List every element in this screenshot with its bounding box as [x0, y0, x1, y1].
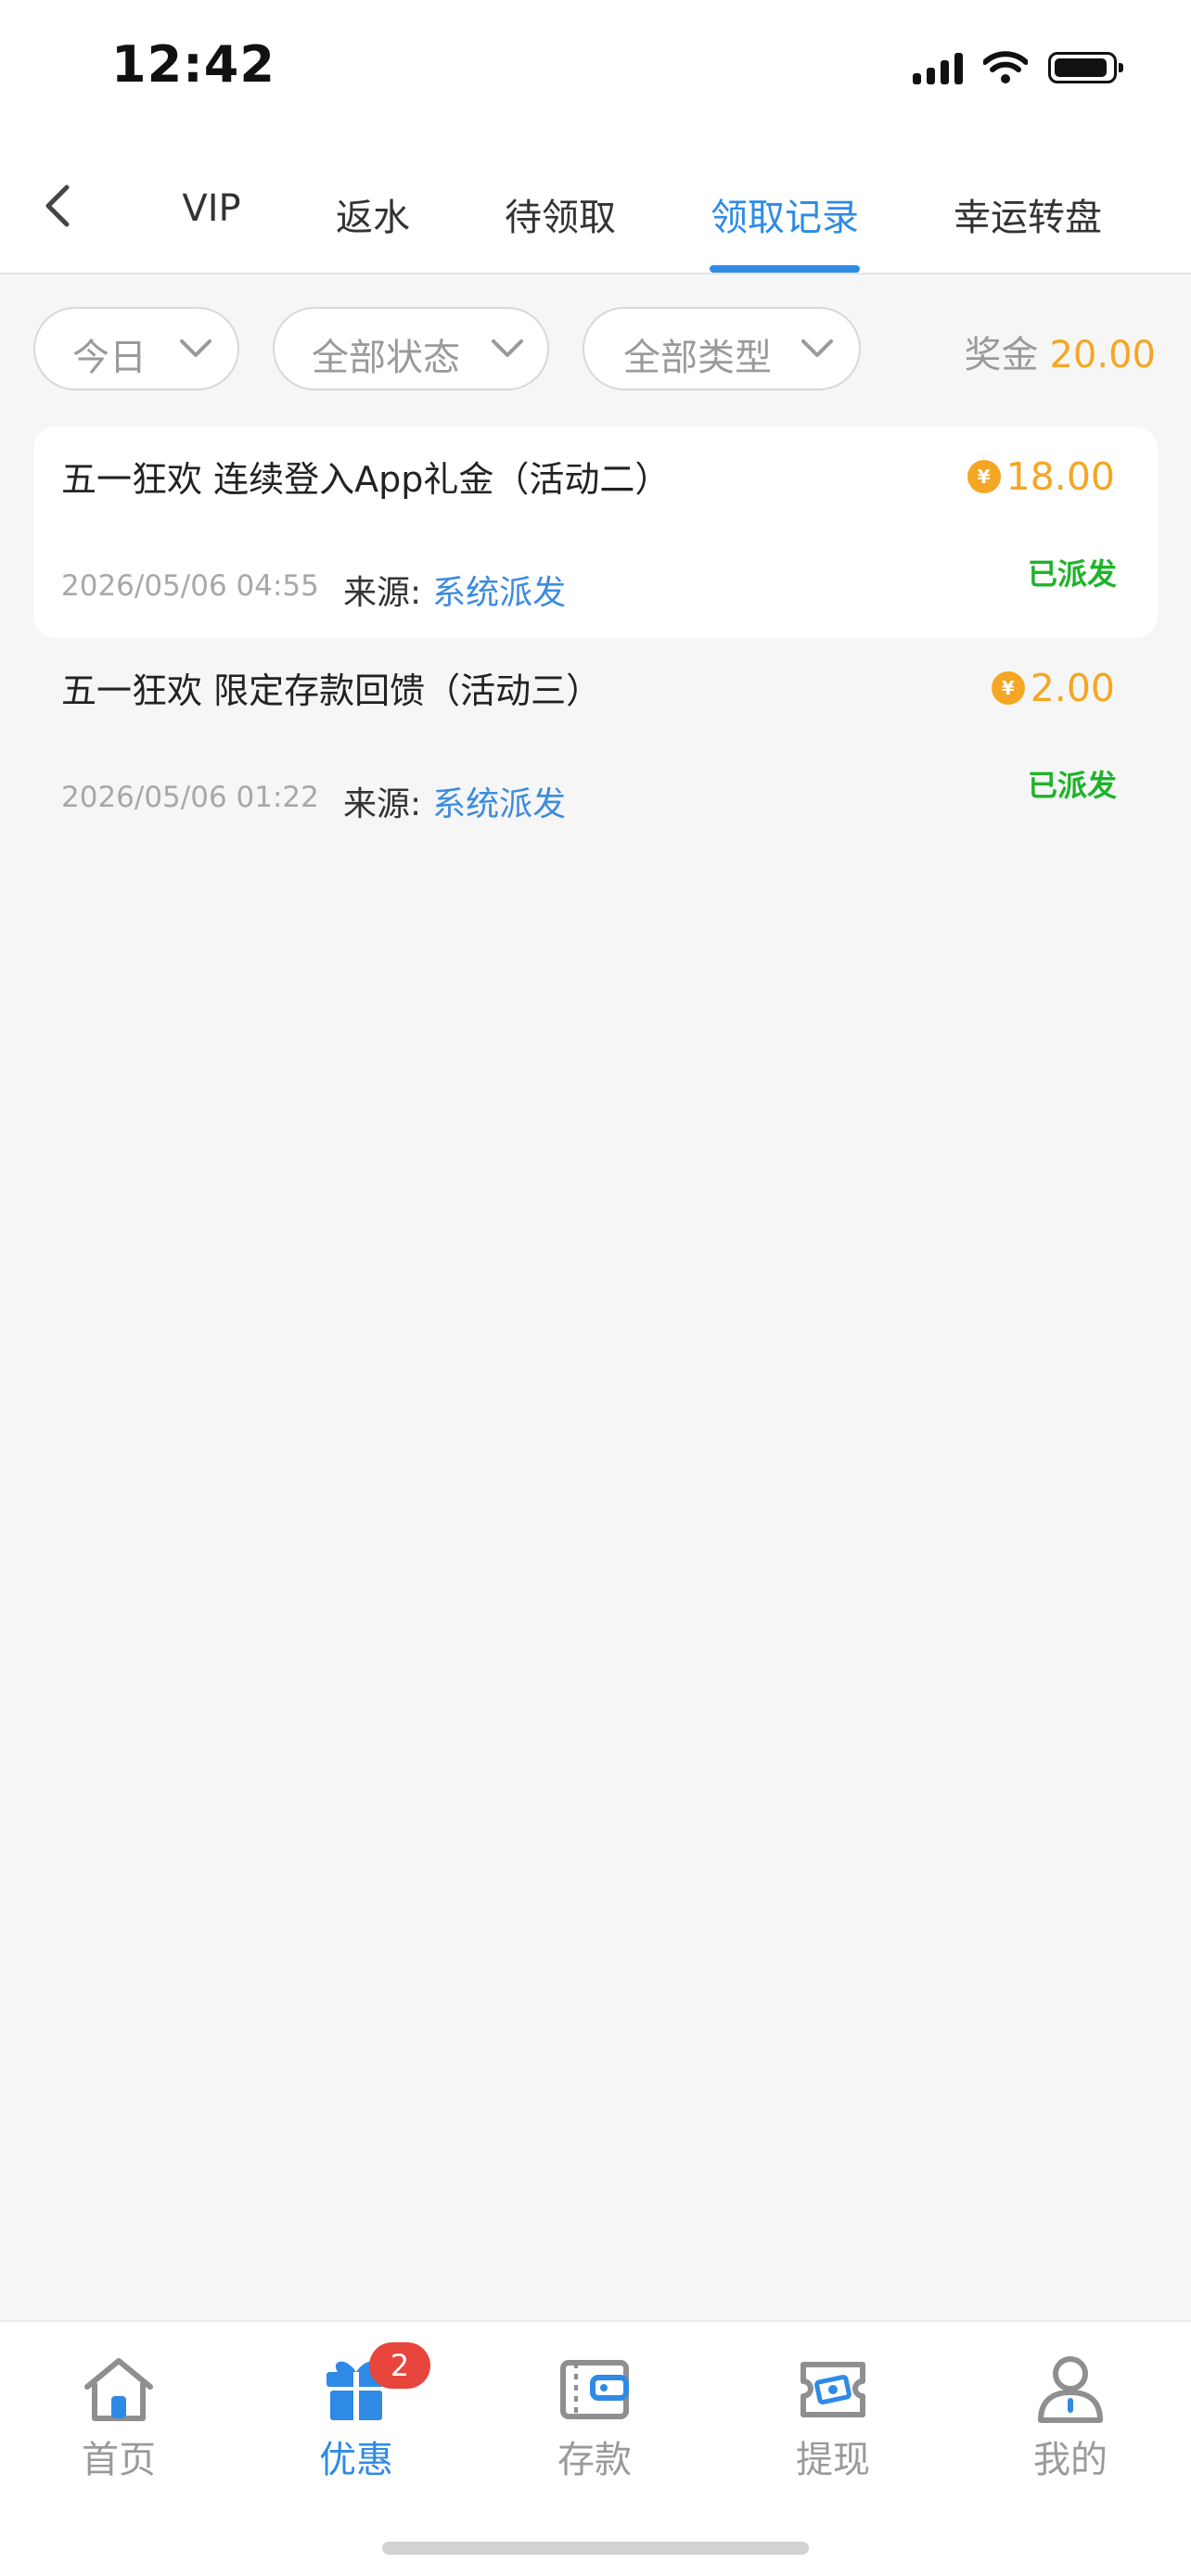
record-status: 已派发: [1027, 768, 1117, 803]
record-amount-value: 2.00: [1030, 666, 1115, 710]
record-source-value: 系统派发: [432, 785, 567, 823]
notification-badge: 2: [369, 2342, 430, 2389]
record-title: 五一狂欢 连续登入App礼金（活动二）: [61, 459, 671, 500]
bottom-nav: 首页 2 优惠 存款 提现 我的: [0, 2320, 1191, 2576]
date-filter[interactable]: 今日: [33, 307, 239, 390]
nav-promotions-label: 优惠: [319, 2439, 393, 2481]
record-item[interactable]: 五一狂欢 连续登入App礼金（活动二） ¥ 18.00 已派发 2026/05/…: [33, 427, 1158, 638]
coin-icon: ¥: [967, 460, 1001, 493]
back-button[interactable]: [35, 172, 82, 237]
wifi-icon: [983, 51, 1028, 83]
record-date: 2026/05/06 04:55: [61, 569, 319, 603]
filter-row: 今日 全部状态 全部类型 奖金 20.00: [0, 274, 1191, 423]
record-amount-value: 18.00: [1005, 454, 1115, 499]
record-status: 已派发: [1027, 556, 1117, 592]
active-tab-indicator: [710, 265, 860, 273]
date-filter-label: 今日: [72, 337, 147, 379]
status-bar: 12:42: [0, 0, 1191, 139]
chevron-left-icon: [45, 185, 70, 227]
nav-deposit[interactable]: 存款: [511, 2353, 678, 2493]
record-source-label: 来源:: [343, 574, 422, 612]
home-indicator: [382, 2542, 809, 2555]
nav-withdraw[interactable]: 提现: [749, 2353, 916, 2493]
record-item[interactable]: 五一狂欢 限定存款回馈（活动三） ¥ 2.00 已派发 2026/05/06 0…: [33, 638, 1158, 849]
tab-claim-history[interactable]: 领取记录: [711, 187, 859, 241]
bonus-total: 奖金 20.00: [964, 325, 1156, 378]
tab-pending[interactable]: 待领取: [505, 187, 616, 241]
record-source: 来源: 系统派发: [343, 777, 566, 825]
record-date: 2026/05/06 01:22: [61, 781, 319, 814]
record-amount: ¥ 2.00: [991, 666, 1115, 710]
status-icons: [913, 45, 1123, 91]
nav-deposit-label: 存款: [557, 2439, 632, 2481]
nav-promotions[interactable]: 2 优惠: [273, 2342, 440, 2493]
signal-icon: [913, 51, 963, 84]
coin-icon: ¥: [991, 671, 1025, 705]
wallet-icon: [560, 2360, 629, 2419]
record-amount: ¥ 18.00: [967, 454, 1115, 499]
record-source-label: 来源:: [343, 785, 422, 823]
battery-icon: [1048, 52, 1123, 83]
status-time: 12:42: [111, 35, 275, 94]
bonus-total-label: 奖金: [964, 334, 1039, 376]
tab-lucky-wheel[interactable]: 幸运转盘: [954, 187, 1102, 241]
record-source-value: 系统派发: [432, 574, 567, 612]
home-icon: [84, 2358, 153, 2421]
chevron-down-icon: [492, 339, 523, 357]
nav-home-label: 首页: [82, 2439, 156, 2481]
chevron-down-icon: [180, 339, 211, 357]
record-source: 来源: 系统派发: [343, 566, 566, 614]
status-filter-label: 全部状态: [312, 337, 460, 379]
tab-header: VIP 返水 待领取 领取记录 幸运转盘: [0, 139, 1191, 274]
type-filter[interactable]: 全部类型: [583, 307, 861, 390]
record-title: 五一狂欢 限定存款回馈（活动三）: [61, 670, 602, 711]
tab-rebate[interactable]: 返水: [336, 187, 410, 241]
tab-vip[interactable]: VIP: [182, 187, 240, 230]
nav-home[interactable]: 首页: [35, 2353, 202, 2493]
bonus-total-value: 20.00: [1049, 334, 1156, 376]
withdraw-icon: [800, 2362, 865, 2417]
user-icon: [1038, 2356, 1103, 2423]
nav-profile[interactable]: 我的: [987, 2353, 1154, 2493]
chevron-down-icon: [801, 339, 833, 357]
nav-withdraw-label: 提现: [796, 2439, 870, 2481]
type-filter-label: 全部类型: [623, 337, 772, 379]
nav-profile-label: 我的: [1033, 2439, 1108, 2481]
status-filter[interactable]: 全部状态: [273, 307, 549, 390]
